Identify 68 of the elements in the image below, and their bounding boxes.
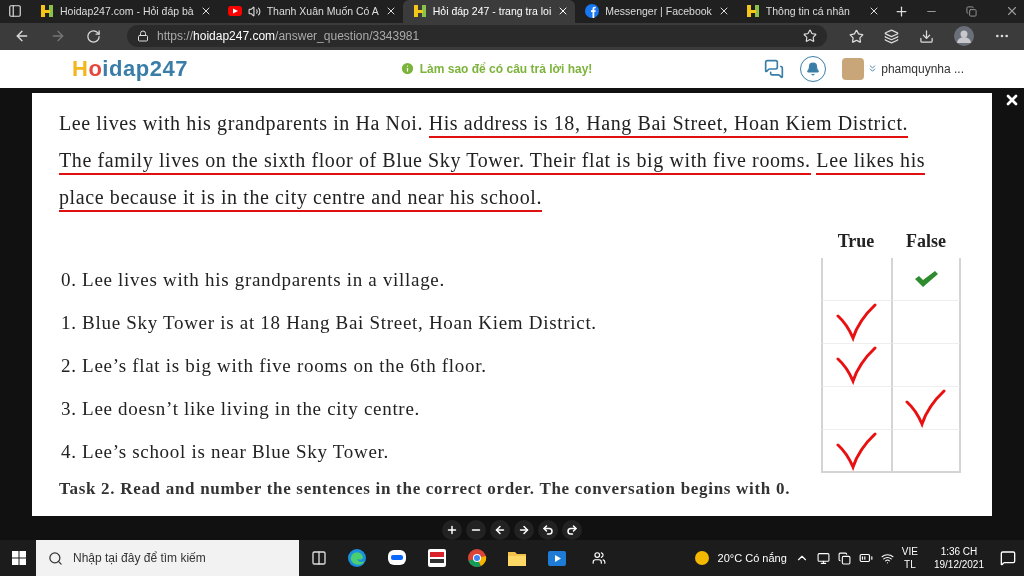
url-text: https://hoidap247.com/answer_question/3343981 xyxy=(157,29,420,44)
monitor-icon[interactable] xyxy=(816,551,830,565)
tab-title: Thanh Xuân Muốn Có A xyxy=(266,5,379,18)
statement: 3. Lee doesn’t like living in the city centre. xyxy=(60,396,421,421)
tab-title: Hoidap247.com - Hỏi đáp bà xyxy=(60,5,194,18)
column-header: False xyxy=(905,229,947,253)
new-tab-icon[interactable] xyxy=(893,3,909,19)
search-icon xyxy=(48,550,63,566)
wifi-icon[interactable] xyxy=(880,551,894,565)
browser-tab[interactable]: Thông tin cá nhân xyxy=(735,0,886,23)
statement: 1. Blue Sky Tower is at 18 Hang Bai Street, Hoan Kiem District. xyxy=(60,310,598,335)
star-icon[interactable] xyxy=(803,29,817,44)
site-favicon xyxy=(745,4,760,19)
lock-icon xyxy=(137,30,149,43)
task-view-icon[interactable] xyxy=(311,550,327,566)
clock[interactable]: 1:36 CH 19/12/2021 xyxy=(933,545,984,571)
column-header: True xyxy=(836,229,876,253)
statement: 0. Lee lives with his grandparents in a village. xyxy=(60,267,446,292)
close-icon[interactable] xyxy=(1004,92,1020,108)
zoom-in-icon[interactable] xyxy=(446,524,458,536)
video-favicon xyxy=(227,6,242,17)
site-favicon xyxy=(412,4,427,19)
media-app-icon[interactable] xyxy=(547,548,567,568)
statement: 4. Lee’s school is near Blue Sky Tower. xyxy=(60,439,390,464)
browser-tab[interactable]: Hoidap247.com - Hỏi đáp bà xyxy=(30,0,218,23)
browser-tab[interactable]: Messenger | Facebook xyxy=(575,0,736,23)
browser-tab[interactable]: Thanh Xuân Muốn Có A xyxy=(217,0,403,23)
battery-icon[interactable] xyxy=(858,551,873,565)
search-field[interactable]: Nhập tại đây để tìm kiếm xyxy=(36,540,299,576)
download-icon[interactable] xyxy=(919,28,934,44)
bell-icon xyxy=(806,61,821,76)
speaker-icon[interactable] xyxy=(247,4,261,18)
reload-icon[interactable] xyxy=(86,28,101,44)
profile-avatar[interactable] xyxy=(954,26,974,47)
notifications-icon[interactable] xyxy=(1000,550,1016,566)
chrome-icon[interactable] xyxy=(467,548,487,568)
arrow-left-icon[interactable] xyxy=(494,524,506,536)
favorites-icon[interactable] xyxy=(849,28,864,44)
rotate-right-icon[interactable] xyxy=(566,524,578,536)
tab-title: Hỏi đáp 247 - trang tra loi xyxy=(432,5,552,18)
task-instruction: Task 2. Read and number the sentences in the correct order. The conversation begins with 0. xyxy=(59,479,792,499)
sun-icon[interactable] xyxy=(693,550,710,566)
arrow-right-icon[interactable] xyxy=(518,524,530,536)
rotate-left-icon[interactable] xyxy=(542,524,554,536)
chat-app-icon[interactable] xyxy=(387,548,407,568)
address-bar[interactable]: https://hoidap247.com/answer_question/3343981 xyxy=(127,25,827,48)
restore-icon[interactable] xyxy=(965,5,977,17)
browser-icon[interactable] xyxy=(347,548,367,568)
people-icon[interactable] xyxy=(591,551,606,565)
tab-title: Thông tin cá nhân xyxy=(765,5,851,18)
info-icon xyxy=(399,61,415,77)
social-favicon xyxy=(585,4,600,19)
browser-tab[interactable]: Hỏi đáp 247 - trang tra loi xyxy=(402,0,576,23)
news-app-icon[interactable] xyxy=(427,548,447,568)
messages-icon[interactable] xyxy=(764,58,785,79)
statement: 2. Lee’s flat is big with five rooms on the 6th floor. xyxy=(60,353,488,378)
weather-text[interactable]: 20°C Có nắng xyxy=(717,552,787,564)
tab-title: Messenger | Facebook xyxy=(605,5,712,18)
collections-icon[interactable] xyxy=(884,28,899,44)
start-icon[interactable] xyxy=(12,551,26,565)
site-favicon xyxy=(40,4,54,19)
site-logo[interactable]: Hoidap247 xyxy=(72,55,188,82)
tab-actions-icon[interactable] xyxy=(8,4,22,19)
username[interactable]: phamquynha ... xyxy=(881,61,964,76)
device-icon[interactable] xyxy=(837,551,851,565)
folder-icon[interactable] xyxy=(507,549,527,567)
language-indicator[interactable]: VIE TL xyxy=(901,545,918,571)
search-placeholder: Nhập tại đây để tìm kiếm xyxy=(73,551,206,565)
